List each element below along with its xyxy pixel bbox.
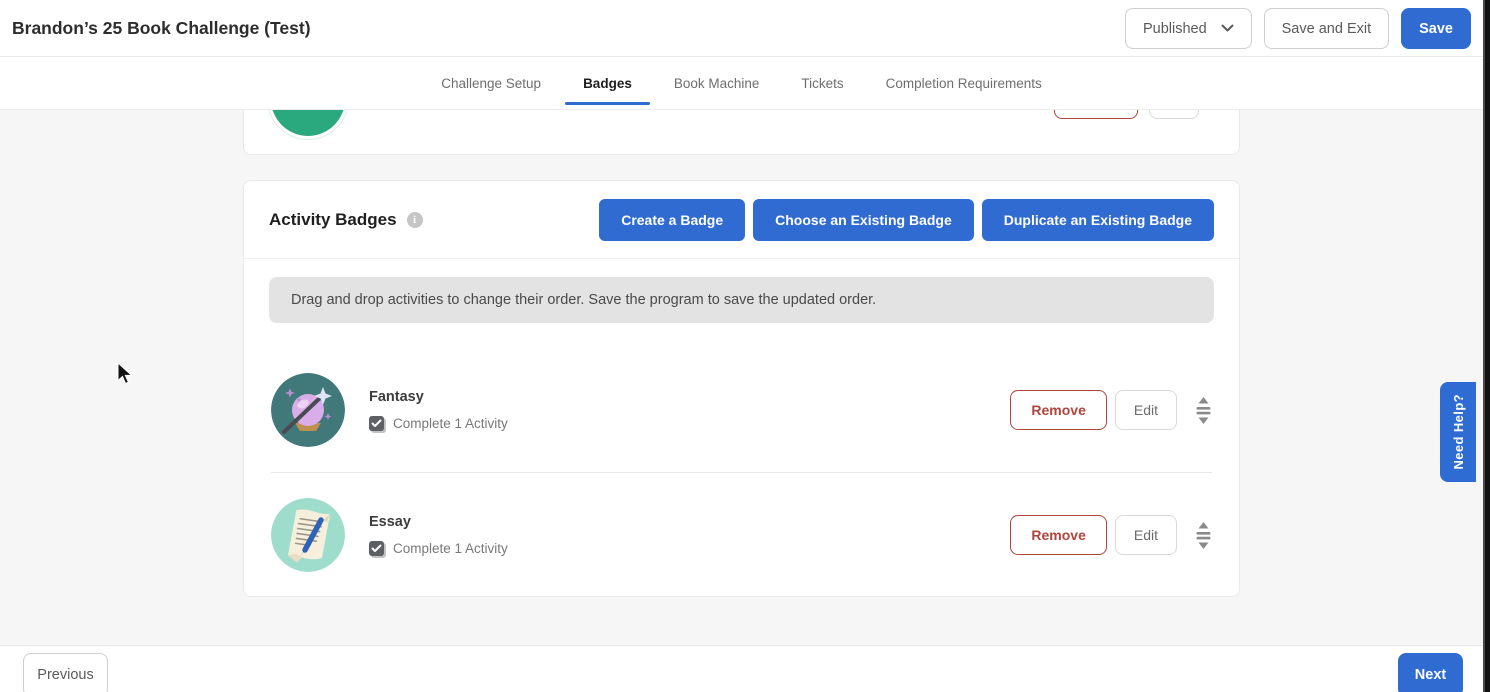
chevron-down-icon	[1221, 21, 1234, 37]
activity-badges-title: Activity Badges	[269, 210, 397, 230]
tab-tickets[interactable]: Tickets	[799, 57, 845, 109]
previous-button[interactable]: Previous	[23, 653, 108, 692]
drag-handle-icon[interactable]	[1195, 396, 1212, 425]
essay-badge-icon	[271, 498, 345, 572]
save-button[interactable]: Save	[1401, 8, 1471, 49]
checkbox-checked-icon	[369, 541, 384, 556]
badge-row-essay: Essay Complete 1 Activity Remove Edit	[271, 473, 1212, 597]
remove-badge-button[interactable]: Remove	[1010, 515, 1106, 555]
choose-existing-badge-button[interactable]: Choose an Existing Badge	[753, 199, 974, 241]
tab-completion-requirements[interactable]: Completion Requirements	[884, 57, 1044, 109]
need-help-tab[interactable]: Need Help?	[1440, 382, 1476, 482]
footer-bar: Previous Next	[0, 645, 1483, 692]
need-help-label: Need Help?	[1451, 394, 1466, 470]
badge-requirement: Complete 1 Activity	[393, 416, 508, 431]
badge-name: Fantasy	[369, 389, 508, 405]
program-editor-page: Brandon’s 25 Book Challenge (Test) Publi…	[0, 0, 1483, 692]
tab-book-machine[interactable]: Book Machine	[672, 57, 762, 109]
duplicate-existing-badge-button[interactable]: Duplicate an Existing Badge	[982, 199, 1214, 241]
next-button[interactable]: Next	[1398, 653, 1463, 692]
mouse-cursor	[117, 362, 133, 385]
publish-status-dropdown[interactable]: Published	[1125, 8, 1252, 49]
window-edge	[1483, 0, 1490, 692]
drag-handle-icon[interactable]	[1195, 521, 1212, 550]
header-actions: Published Save and Exit Save	[1125, 8, 1471, 49]
remove-badge-button[interactable]: Remove	[1010, 390, 1106, 430]
activity-badges-card: Activity Badges i Create a Badge Choose …	[243, 180, 1240, 597]
badge-name: Essay	[369, 514, 508, 530]
fantasy-badge-icon	[271, 373, 345, 447]
create-badge-button[interactable]: Create a Badge	[599, 199, 745, 241]
activity-badges-header: Activity Badges i Create a Badge Choose …	[244, 181, 1239, 259]
tab-badges[interactable]: Badges	[581, 57, 634, 109]
drag-drop-hint-text: Drag and drop activities to change their…	[291, 292, 876, 308]
tab-bar: Challenge Setup Badges Book Machine Tick…	[0, 57, 1483, 110]
badge-rows: Fantasy Complete 1 Activity Remove Edit	[271, 348, 1212, 597]
badge-requirement: Complete 1 Activity	[393, 541, 508, 556]
edit-badge-button[interactable]: Edit	[1115, 390, 1177, 430]
edit-badge-button[interactable]: Edit	[1115, 515, 1177, 555]
app-header: Brandon’s 25 Book Challenge (Test) Publi…	[0, 0, 1483, 57]
drag-drop-hint-banner: Drag and drop activities to change their…	[269, 277, 1214, 323]
badge-row-fantasy: Fantasy Complete 1 Activity Remove Edit	[271, 348, 1212, 473]
checkbox-checked-icon	[369, 416, 384, 431]
save-and-exit-button[interactable]: Save and Exit	[1264, 8, 1389, 49]
tab-challenge-setup[interactable]: Challenge Setup	[439, 57, 543, 109]
info-icon[interactable]: i	[407, 212, 423, 228]
publish-status-label: Published	[1143, 21, 1207, 37]
page-title: Brandon’s 25 Book Challenge (Test)	[12, 0, 311, 57]
